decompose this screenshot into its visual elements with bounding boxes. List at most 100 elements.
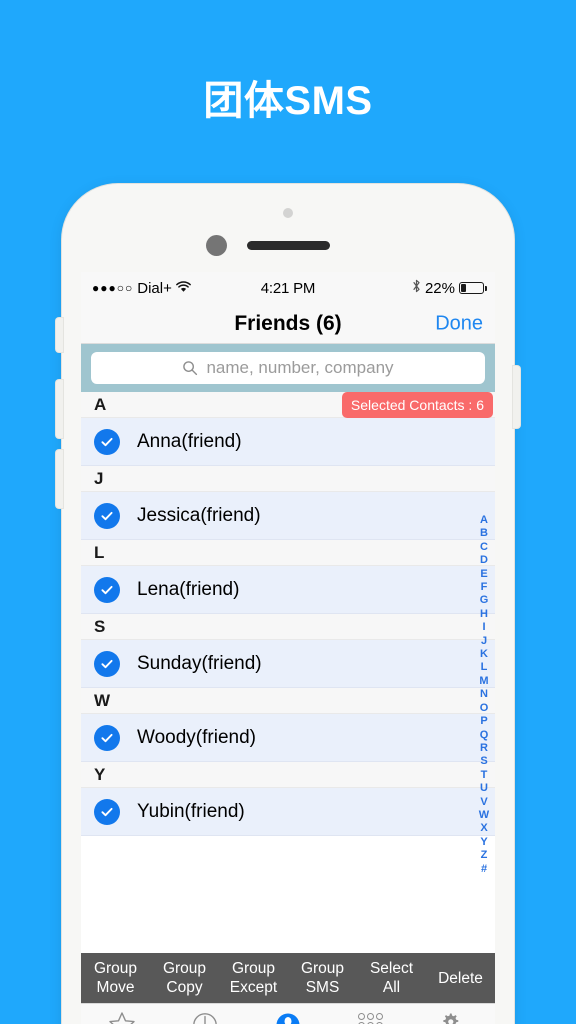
proximity-sensor: [283, 208, 293, 218]
tab-setting[interactable]: Setting: [412, 1010, 495, 1024]
checkmark-icon[interactable]: [94, 798, 120, 825]
search-input[interactable]: name, number, company: [91, 352, 485, 384]
page-title: 团体SMS: [203, 79, 373, 123]
tab-contacts[interactable]: Contacts: [247, 1010, 330, 1024]
index-letter[interactable]: B: [480, 527, 488, 540]
section-header: S: [81, 614, 495, 640]
status-bar-left: ●●●○○ Dial+: [92, 280, 261, 297]
dialpad-icon: [358, 1010, 384, 1024]
index-letter[interactable]: Q: [480, 729, 489, 742]
index-letter[interactable]: #: [481, 863, 487, 876]
index-letter[interactable]: U: [480, 782, 488, 795]
nav-bar: Friends (6) Done: [81, 304, 495, 344]
signal-strength-icon: ●●●○○: [92, 281, 134, 295]
status-bar-right: 22%: [315, 279, 487, 297]
contacts-list-body: A Anna(friend) J Jessica(friend) L Lena(frien…: [81, 392, 495, 836]
star-icon: [108, 1010, 136, 1024]
contact-row[interactable]: Anna(friend): [81, 418, 495, 466]
person-icon: [275, 1010, 301, 1024]
search-placeholder: name, number, company: [206, 358, 394, 377]
tab-bar: SpeedDial Recents: [81, 1003, 495, 1024]
gears-icon: [439, 1010, 469, 1024]
done-button[interactable]: Done: [435, 312, 483, 335]
power-button[interactable]: [513, 366, 520, 428]
index-letter[interactable]: M: [479, 675, 488, 688]
battery-icon: [459, 282, 487, 294]
contact-row[interactable]: Woody(friend): [81, 714, 495, 762]
index-letter[interactable]: T: [481, 769, 488, 782]
contact-row[interactable]: Sunday(friend): [81, 640, 495, 688]
group-except-button[interactable]: Group Except: [219, 959, 288, 997]
contact-row[interactable]: Lena(friend): [81, 566, 495, 614]
group-move-button[interactable]: Group Move: [81, 959, 150, 997]
phone-screen: ●●●○○ Dial+ 4:21 PM 22% Friends (6) Done…: [81, 272, 495, 1024]
volume-up-button[interactable]: [56, 380, 63, 438]
volume-down-button[interactable]: [56, 450, 63, 508]
battery-percent-label: 22%: [424, 279, 455, 297]
index-letter[interactable]: C: [480, 541, 488, 554]
contact-name: Lena(friend): [137, 578, 240, 600]
index-letter[interactable]: R: [480, 742, 488, 755]
checkmark-icon[interactable]: [94, 502, 120, 529]
index-letter[interactable]: D: [480, 554, 488, 567]
screenshot-root: 团体SMS ●●●○○ Dial+ 4:21 PM 22% Friends (6…: [0, 0, 576, 1024]
section-header: W: [81, 688, 495, 714]
clock-icon: [192, 1010, 218, 1024]
index-letter[interactable]: S: [480, 755, 487, 768]
front-camera: [206, 235, 227, 256]
tab-recents[interactable]: Recents: [164, 1010, 247, 1024]
index-letter[interactable]: O: [480, 702, 489, 715]
list-empty-space: [81, 836, 495, 953]
index-letter[interactable]: J: [481, 635, 487, 648]
status-bar: ●●●○○ Dial+ 4:21 PM 22%: [81, 272, 495, 304]
contact-name: Woody(friend): [137, 726, 256, 748]
status-bar-clock: 4:21 PM: [260, 279, 316, 297]
group-action-toolbar: Group Move Group Copy Group Except Group SMS Sel…: [81, 953, 495, 1003]
section-header: Y: [81, 762, 495, 788]
index-letter[interactable]: L: [481, 661, 488, 674]
contact-name: Yubin(friend): [137, 800, 245, 822]
index-letter[interactable]: X: [480, 822, 487, 835]
contacts-list[interactable]: Selected Contacts : 6 A Anna(friend) J Jess…: [81, 392, 495, 875]
silent-switch[interactable]: [56, 318, 63, 352]
index-letter[interactable]: N: [480, 688, 488, 701]
index-letter[interactable]: E: [480, 568, 487, 581]
contact-name: Sunday(friend): [137, 652, 262, 674]
contact-row[interactable]: Yubin(friend): [81, 788, 495, 836]
selected-contacts-badge: Selected Contacts : 6: [341, 392, 493, 418]
select-all-button[interactable]: Select All: [357, 959, 426, 997]
index-letter[interactable]: V: [480, 796, 487, 809]
checkmark-icon[interactable]: [94, 650, 120, 677]
index-letter[interactable]: I: [482, 621, 485, 634]
delete-button[interactable]: Delete: [426, 969, 495, 988]
section-header: J: [81, 466, 495, 492]
index-letter[interactable]: Y: [480, 836, 487, 849]
checkmark-icon[interactable]: [94, 724, 120, 751]
index-letter[interactable]: F: [481, 581, 488, 594]
earpiece-speaker: [247, 241, 330, 250]
index-letter[interactable]: P: [480, 715, 487, 728]
checkmark-icon[interactable]: [94, 428, 120, 455]
group-sms-button[interactable]: Group SMS: [288, 959, 357, 997]
nav-title: Friends (6): [234, 311, 342, 335]
contact-row[interactable]: Jessica(friend): [81, 492, 495, 540]
checkmark-icon[interactable]: [94, 576, 120, 603]
index-letter[interactable]: G: [480, 594, 489, 607]
index-letter[interactable]: H: [480, 608, 488, 621]
carrier-label: Dial+: [137, 279, 172, 297]
search-bar-container: name, number, company: [81, 344, 495, 392]
group-copy-button[interactable]: Group Copy: [150, 959, 219, 997]
section-header: L: [81, 540, 495, 566]
tab-keypad[interactable]: Keypad: [329, 1010, 412, 1024]
bluetooth-icon: [412, 279, 421, 297]
tab-speeddial[interactable]: SpeedDial: [81, 1010, 164, 1024]
index-letter[interactable]: Z: [481, 849, 488, 862]
index-letter[interactable]: K: [480, 648, 488, 661]
contact-name: Jessica(friend): [137, 504, 261, 526]
alphabet-index[interactable]: A B C D E F G H I J K L M N O P Q R S T U V W X Y Z #: [475, 514, 493, 876]
index-letter[interactable]: W: [479, 809, 489, 822]
index-letter[interactable]: A: [480, 514, 488, 527]
wifi-icon: [176, 280, 191, 297]
contact-name: Anna(friend): [137, 430, 242, 452]
search-icon: [182, 360, 198, 376]
